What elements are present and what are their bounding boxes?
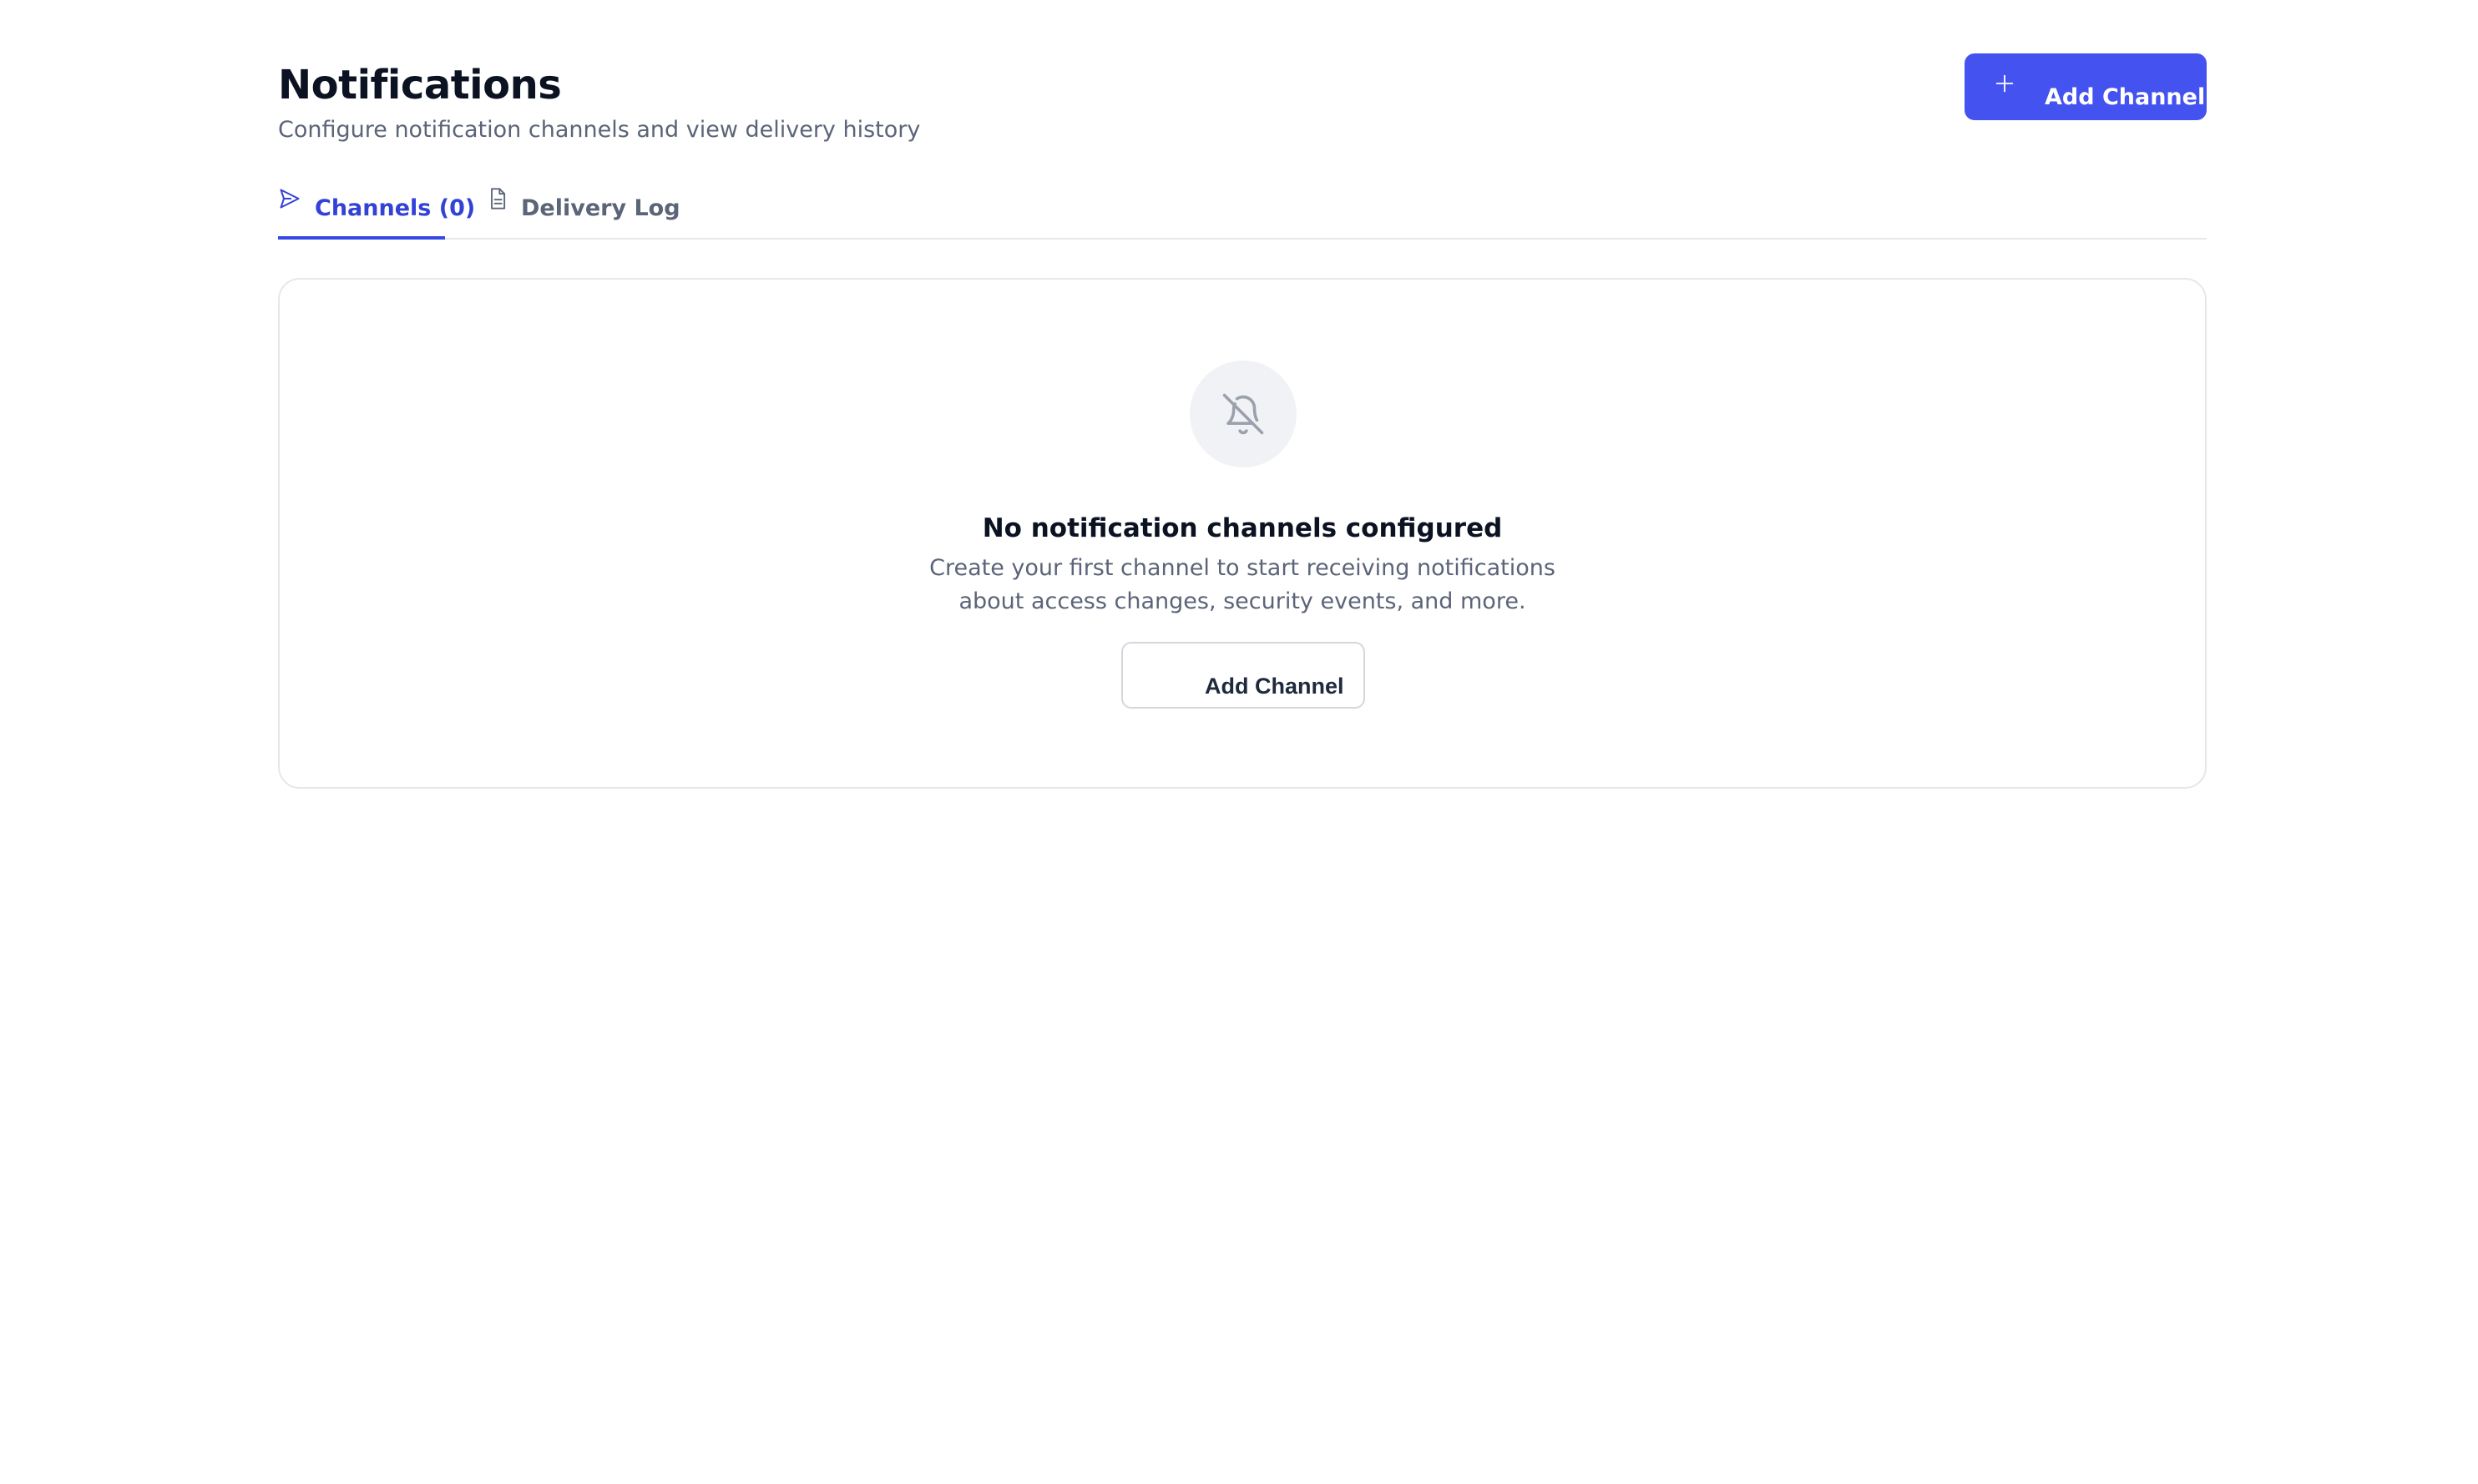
bell-off-icon	[1222, 393, 1264, 435]
empty-state-title: No notification channels configured	[982, 513, 1503, 543]
send-icon	[280, 189, 300, 209]
file-text-icon	[491, 188, 506, 209]
add-channel-button[interactable]: Add Channel	[1965, 53, 2207, 120]
tab-channels[interactable]: Channels (0)	[278, 177, 475, 240]
tab-delivery-log[interactable]: Delivery Log	[486, 177, 680, 238]
plus-icon	[1995, 74, 2014, 93]
tab-channels-label: Channels (0)	[315, 195, 476, 221]
empty-state-card: No notification channels configured Crea…	[278, 278, 2207, 789]
tab-bar: Channels (0) Delivery Log	[278, 177, 2207, 240]
notifications-page: Notifications Configure notification cha…	[278, 0, 2207, 789]
page-header: Notifications Configure notification cha…	[278, 0, 2207, 159]
empty-state-description: Create your first channel to start recei…	[929, 555, 1555, 614]
empty-state-add-channel-button[interactable]: Add Channel	[1121, 642, 1365, 709]
add-channel-button-label: Add Channel	[2045, 84, 2206, 110]
page-title: Notifications	[278, 62, 562, 109]
empty-state-add-channel-label: Add Channel	[1205, 674, 1344, 699]
page-subtitle: Configure notification channels and view…	[278, 117, 921, 143]
empty-state-icon-circle	[1190, 361, 1297, 467]
tab-delivery-log-label: Delivery Log	[521, 195, 680, 221]
